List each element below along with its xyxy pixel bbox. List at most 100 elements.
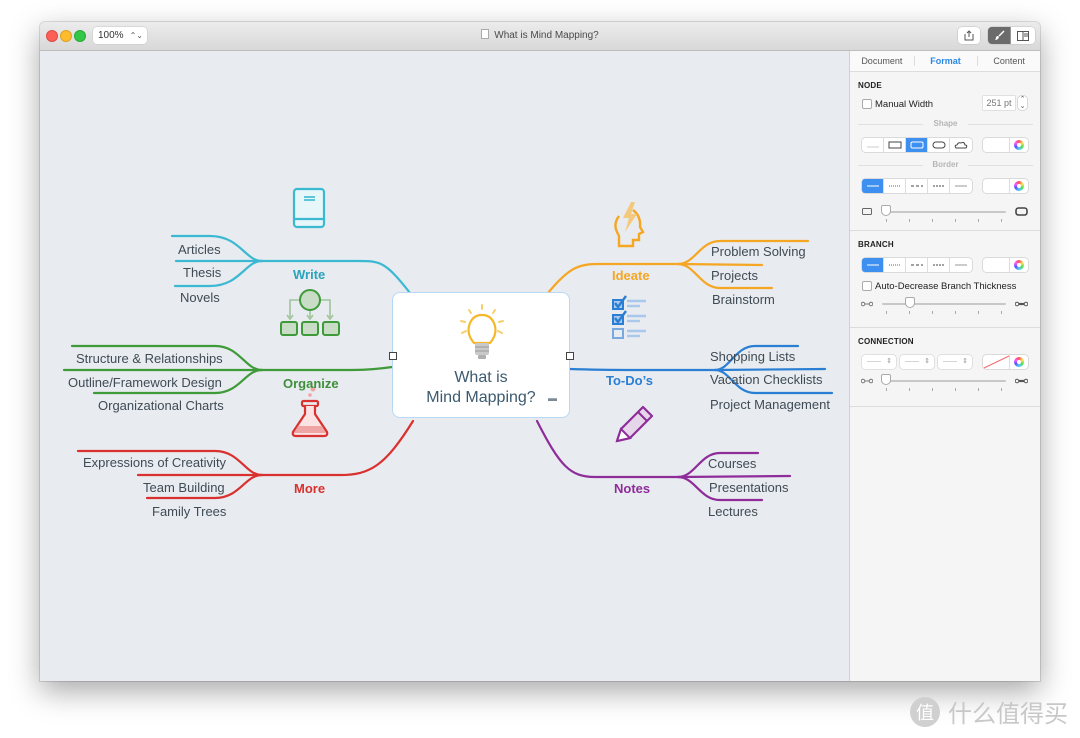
width-field[interactable]: 251 pt [983, 96, 1015, 110]
sidebar-toggle-button[interactable] [1011, 27, 1035, 44]
corner-radius-slider-knob[interactable] [881, 205, 891, 216]
branch-heading: BRANCH [858, 240, 894, 249]
resize-handle-right[interactable] [566, 352, 574, 360]
branch-solid-option[interactable] [862, 258, 884, 272]
border-thin-option[interactable] [950, 179, 972, 193]
branch-color-well[interactable] [983, 258, 1028, 272]
width-stepper[interactable]: ⌃ ⌄ [1018, 96, 1027, 110]
topic-novels[interactable]: Novels [180, 290, 220, 305]
title-bar: 100% ⌃⌄ What is Mind Mapping? [40, 22, 1040, 51]
manual-width-checkbox[interactable] [862, 99, 872, 109]
document-title: What is Mind Mapping? [40, 29, 1040, 41]
slider-tick [909, 219, 910, 222]
slider-tick [978, 311, 979, 314]
pencil-icon [615, 405, 654, 443]
topic-courses[interactable]: Courses [708, 456, 756, 471]
topic-shopping-lists[interactable]: Shopping Lists [710, 349, 795, 364]
topic-family-trees[interactable]: Family Trees [152, 504, 226, 519]
brush-icon [995, 30, 1005, 40]
topic-outline[interactable]: Outline/Framework Design [68, 375, 222, 390]
branch-label-write[interactable]: Write [293, 267, 325, 282]
mindmap-canvas[interactable]: Write Articles Thesis Novels Organize St… [40, 51, 849, 681]
shape-fill-color-well[interactable] [983, 138, 1028, 152]
shape-rectangle-option[interactable] [884, 138, 906, 152]
connection-line-popup[interactable]: —— ⇕ [900, 355, 934, 369]
topic-vacation-checklists[interactable]: Vacation Checklists [710, 372, 822, 387]
color-wheel-icon [1014, 260, 1024, 270]
format-inspector-panel: Document Format Content NODE Manual Widt… [849, 51, 1040, 681]
flask-icon [291, 386, 329, 438]
border-dashdot-option[interactable] [928, 179, 950, 193]
format-inspector-button[interactable] [988, 27, 1011, 44]
topic-problem-solving[interactable]: Problem Solving [711, 244, 806, 259]
border-color-well[interactable] [983, 179, 1028, 193]
topic-team-building[interactable]: Team Building [143, 480, 225, 495]
watermark-text: 什么值得买 [948, 701, 1068, 728]
auto-decrease-checkbox[interactable] [862, 281, 872, 291]
border-dotted-option[interactable] [884, 179, 906, 193]
topic-creativity[interactable]: Expressions of Creativity [83, 455, 226, 470]
topic-presentations[interactable]: Presentations [709, 480, 789, 495]
branch-style-segmented-control [862, 258, 972, 272]
topic-articles[interactable]: Articles [178, 242, 221, 257]
topic-project-management[interactable]: Project Management [710, 397, 830, 412]
shape-none-option[interactable] [862, 138, 884, 152]
branch-thickness-slider[interactable] [882, 303, 1006, 305]
branch-label-todos[interactable]: To-Do’s [606, 373, 653, 388]
topic-orgcharts[interactable]: Organizational Charts [98, 398, 224, 413]
branch-thickness-slider-knob[interactable] [905, 297, 915, 308]
border-style-segmented-control [862, 179, 972, 193]
central-topic-node[interactable]: What is Mind Mapping? ▬ [392, 292, 570, 418]
color-wheel-icon [1014, 140, 1024, 150]
resize-handle-left[interactable] [389, 352, 397, 360]
topic-brainstorm[interactable]: Brainstorm [712, 292, 775, 307]
topic-thesis[interactable]: Thesis [183, 265, 221, 280]
branch-label-organize[interactable]: Organize [283, 376, 339, 391]
topic-projects[interactable]: Projects [711, 268, 758, 283]
watermark-badge: 值 [910, 696, 940, 727]
thin-connection-icon [861, 378, 873, 384]
slider-tick [955, 219, 956, 222]
shape-cloud-option[interactable] [950, 138, 972, 152]
branch-label-more[interactable]: More [294, 481, 325, 496]
tab-format[interactable]: Format [913, 51, 978, 71]
shape-rounded-rectangle-option[interactable] [906, 138, 928, 152]
node-heading: NODE [858, 81, 882, 90]
slider-tick [978, 388, 979, 391]
color-wheel-icon [1014, 181, 1024, 191]
branch-todos-main-line [568, 367, 717, 372]
divider [968, 124, 1033, 125]
border-dashed-option[interactable] [906, 179, 928, 193]
inspector-tabs: Document Format Content [850, 51, 1040, 72]
connection-thickness-slider-knob[interactable] [881, 374, 891, 385]
tab-content[interactable]: Content [977, 51, 1040, 71]
connection-color-swatch [983, 355, 1010, 369]
connection-thickness-slider[interactable] [882, 380, 1006, 382]
connection-start-popup[interactable]: —— ⇕ [862, 355, 896, 369]
watermark: 值 什么值得买 [910, 694, 1068, 729]
border-solid-option[interactable] [862, 179, 884, 193]
note-icon[interactable]: ▬ [548, 393, 557, 403]
share-button[interactable] [958, 27, 980, 44]
branch-dashdot-option[interactable] [928, 258, 950, 272]
branch-dotted-option[interactable] [884, 258, 906, 272]
branch-label-notes[interactable]: Notes [614, 481, 650, 496]
topic-lectures[interactable]: Lectures [708, 504, 758, 519]
thin-branch-icon [861, 301, 873, 307]
tab-document[interactable]: Document [850, 51, 914, 71]
branch-thin-option[interactable] [950, 258, 972, 272]
shape-ellipse-option[interactable] [928, 138, 950, 152]
branch-label-ideate[interactable]: Ideate [612, 268, 650, 283]
connection-end-popup[interactable]: —— ⇕ [938, 355, 972, 369]
app-window: 100% ⌃⌄ What is Mind Mapping? Write Arti… [40, 22, 1040, 681]
corner-radius-slider[interactable] [882, 211, 1006, 213]
slider-tick [1001, 311, 1002, 314]
slider-tick [978, 219, 979, 222]
topic-structure[interactable]: Structure & Relationships [76, 351, 223, 366]
slider-tick [909, 388, 910, 391]
connection-color-well[interactable] [983, 355, 1028, 369]
small-corner-icon [862, 208, 872, 215]
connection-section: CONNECTION —— ⇕ —— ⇕ —— ⇕ [850, 328, 1040, 407]
branch-dashed-option[interactable] [906, 258, 928, 272]
slider-tick [886, 219, 887, 222]
